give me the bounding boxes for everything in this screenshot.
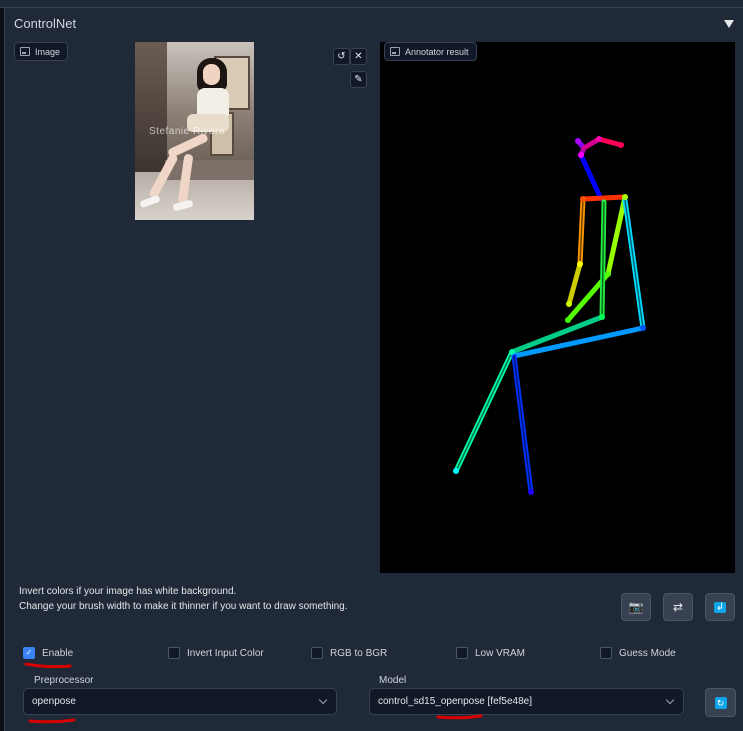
collapse-arrow-icon[interactable]: [724, 20, 734, 28]
photo-watermark: Stefanie Rivera: [149, 126, 225, 137]
refresh-models-button[interactable]: ↻: [705, 688, 736, 717]
checkmark-icon[interactable]: ✓: [23, 647, 35, 659]
checkbox-label: Invert Input Color: [187, 647, 264, 659]
checkbox-rgb-to-bgr[interactable]: RGB to BGR: [311, 647, 387, 659]
controlnet-panel: ControlNet Image Stefanie Rivera ↺ ✕ ✎ A…: [4, 8, 743, 731]
preprocessor-select[interactable]: openpose: [23, 688, 337, 715]
close-icon[interactable]: ✕: [350, 48, 367, 65]
preprocessor-value: openpose: [32, 696, 76, 707]
panel-title: ControlNet: [14, 16, 77, 31]
top-divider: [0, 0, 743, 8]
send-button[interactable]: ↲: [705, 593, 735, 621]
image-input[interactable]: Image Stefanie Rivera ↺ ✕ ✎: [9, 42, 377, 579]
checkbox-label: RGB to BGR: [330, 647, 388, 659]
camera-button[interactable]: 📷: [621, 593, 651, 621]
option-checkboxes: ✓ Enable Invert Input Color RGB to BGR L…: [23, 647, 723, 663]
chevron-down-icon: [318, 695, 328, 705]
checkbox-guess-mode[interactable]: Guess Mode: [600, 647, 676, 659]
image-label-text: Image: [35, 46, 61, 57]
checkbox-enable[interactable]: ✓ Enable: [23, 647, 73, 659]
undo-icon[interactable]: ↺: [333, 48, 350, 65]
swap-icon: ⇄: [672, 600, 684, 614]
preprocessor-label: Preprocessor: [34, 675, 94, 686]
input-photo: Stefanie Rivera: [135, 42, 254, 220]
refresh-icon: ↻: [714, 696, 727, 709]
camera-icon: 📷: [628, 600, 644, 614]
checkbox-box[interactable]: [168, 647, 180, 659]
swap-button[interactable]: ⇄: [663, 593, 693, 621]
image-icon: [20, 47, 30, 56]
model-value: control_sd15_openpose [fef5e48e]: [378, 696, 533, 707]
checkbox-box[interactable]: [311, 647, 323, 659]
image-label: Image: [14, 42, 69, 61]
pose-skeleton: [453, 136, 646, 495]
brush-icon[interactable]: ✎: [350, 71, 367, 88]
checkbox-label: Enable: [42, 647, 74, 659]
annotator-result: Annotator result: [380, 42, 735, 573]
checkbox-box[interactable]: [600, 647, 612, 659]
send-icon: ↲: [713, 601, 727, 613]
checkbox-label: Low VRAM: [475, 647, 526, 659]
checkbox-box[interactable]: [456, 647, 468, 659]
hint-line-1: Invert colors if your image has white ba…: [19, 586, 237, 597]
chevron-down-icon: [665, 695, 675, 705]
hint-text: Invert colors if your image has white ba…: [19, 584, 348, 614]
hint-line-2: Change your brush width to make it thinn…: [19, 601, 348, 612]
model-select[interactable]: control_sd15_openpose [fef5e48e]: [369, 688, 684, 715]
checkbox-low-vram[interactable]: Low VRAM: [456, 647, 525, 659]
model-label: Model: [379, 675, 407, 686]
checkbox-invert-input-color[interactable]: Invert Input Color: [168, 647, 264, 659]
checkbox-label: Guess Mode: [619, 647, 676, 659]
